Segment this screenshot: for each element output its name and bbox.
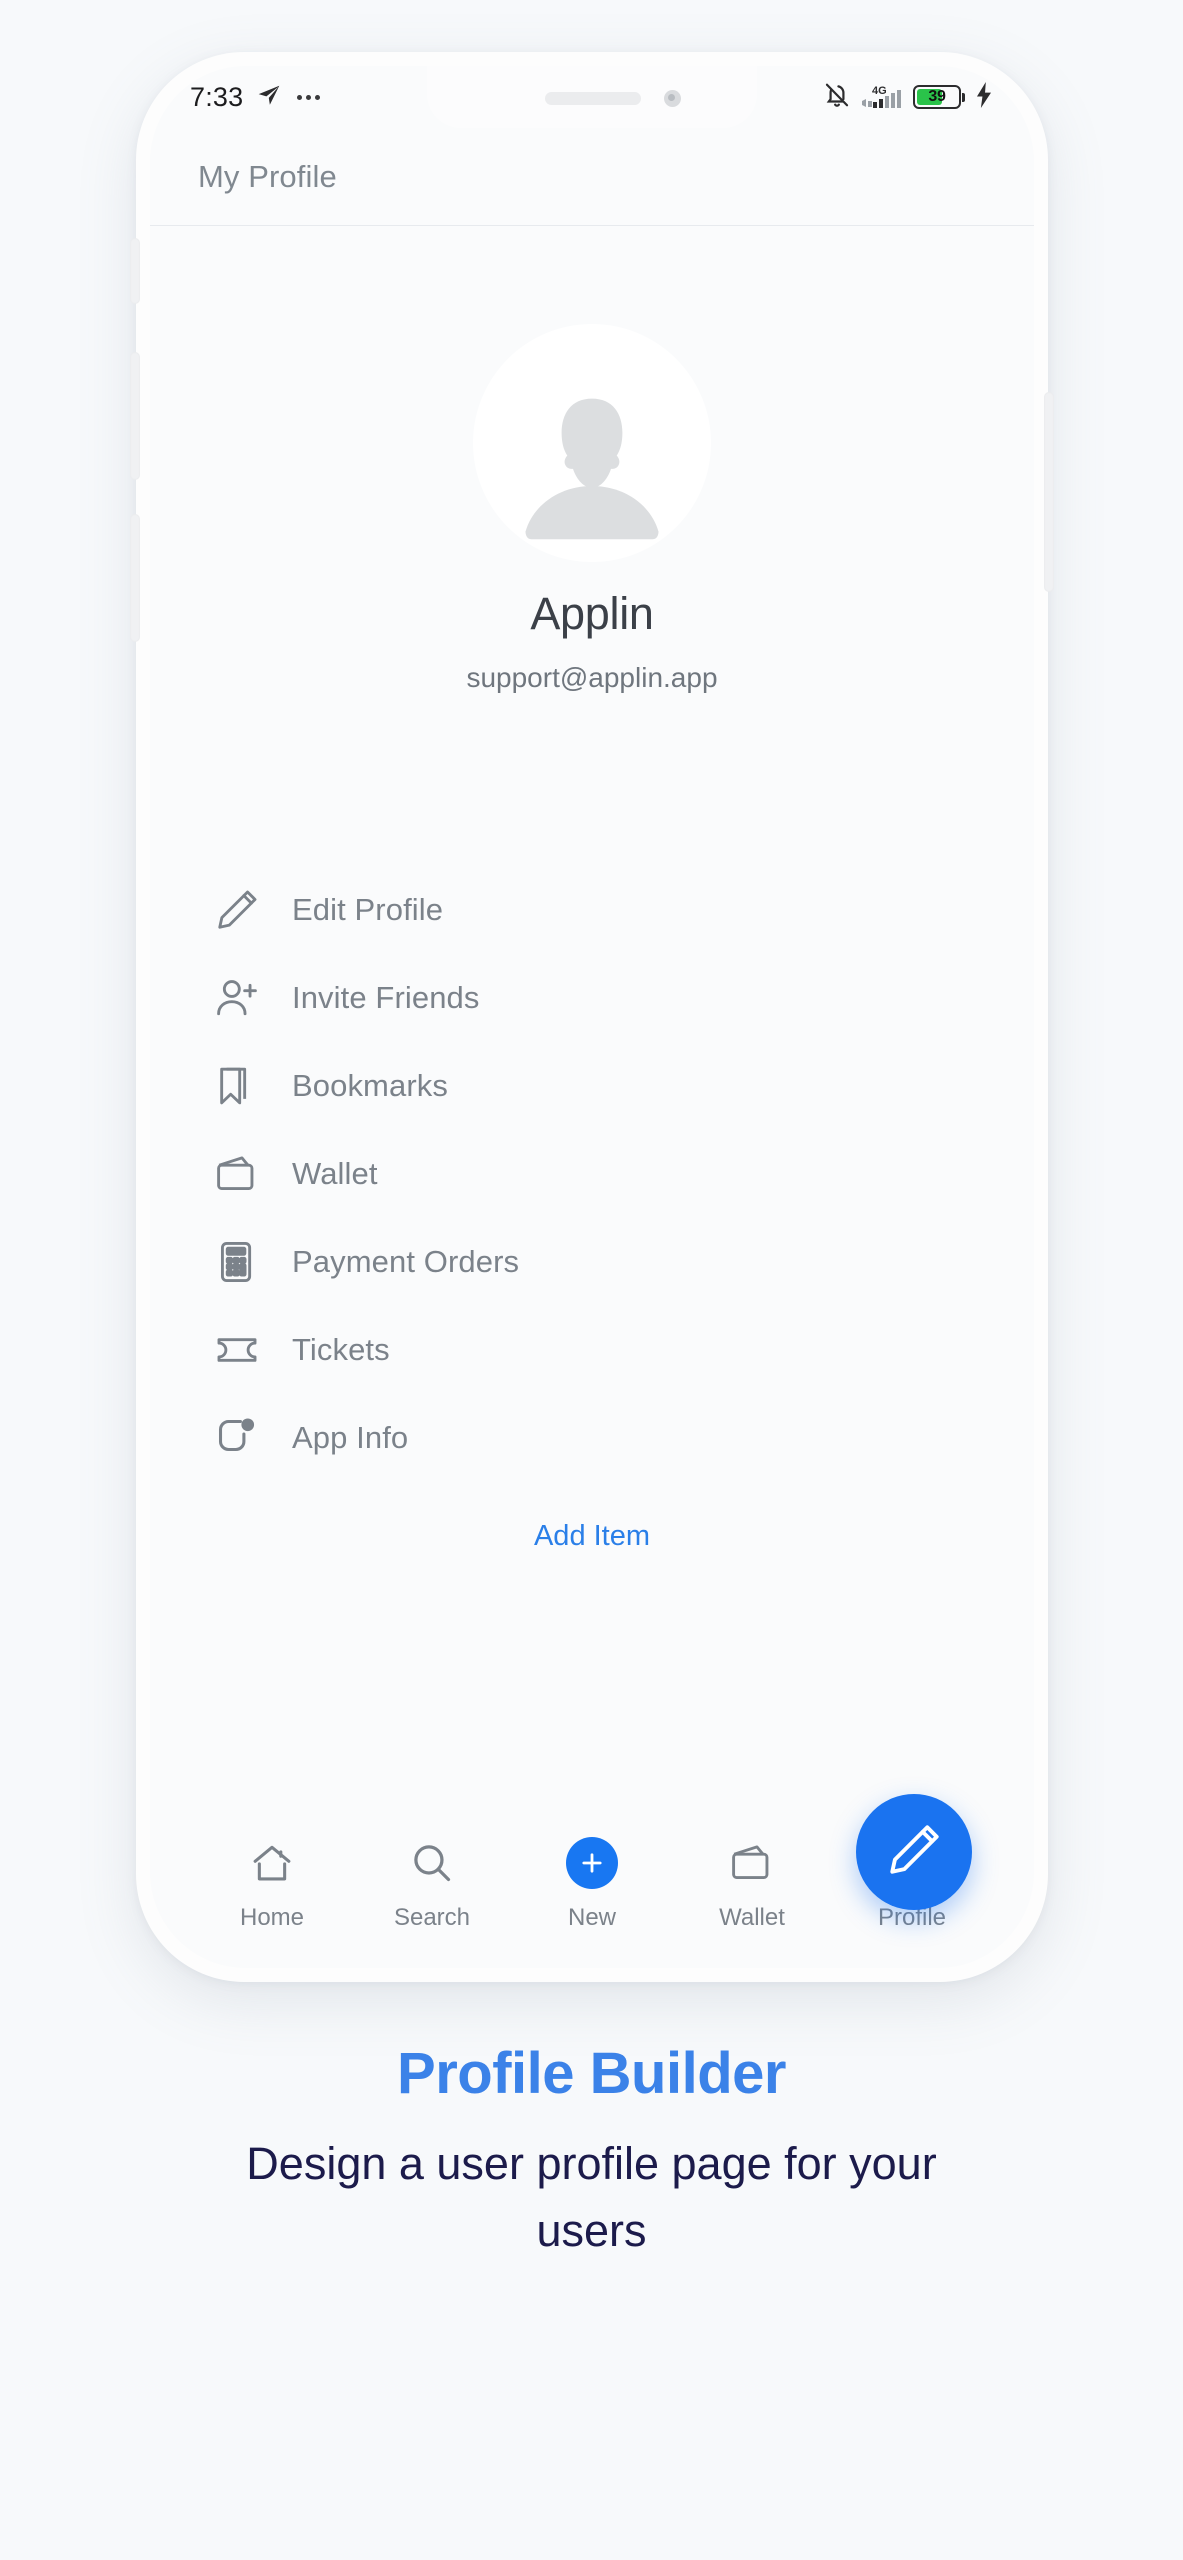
menu-item-bookmarks[interactable]: Bookmarks xyxy=(210,1042,974,1130)
search-icon xyxy=(409,1836,455,1890)
more-dots-icon xyxy=(297,94,321,100)
battery-percent-label: 39 xyxy=(928,88,946,105)
menu-item-app-info[interactable]: App Info xyxy=(210,1394,974,1482)
menu-item-label: Edit Profile xyxy=(292,892,444,927)
caption-title: Profile Builder xyxy=(397,2041,786,2106)
ticket-icon xyxy=(210,1323,264,1377)
phone-power-button[interactable] xyxy=(1044,392,1054,592)
battery-indicator: 39 xyxy=(913,85,965,109)
menu-item-label: Wallet xyxy=(292,1156,378,1191)
home-icon xyxy=(249,1836,295,1890)
nav-item-wallet[interactable]: Wallet xyxy=(672,1836,832,1932)
menu-item-edit-profile[interactable]: Edit Profile xyxy=(210,866,974,954)
app-header: My Profile xyxy=(150,128,1034,226)
app-info-icon xyxy=(210,1411,264,1465)
phone-screen: 7:33 4G 39 My Profile Applin support@app… xyxy=(150,66,1034,1968)
pencil-edit-icon xyxy=(885,1821,943,1884)
menu-item-label: App Info xyxy=(292,1420,409,1455)
profile-section: Applin support@applin.app xyxy=(150,226,1034,694)
svg-text:4G: 4G xyxy=(872,85,887,97)
avatar-placeholder-icon xyxy=(525,398,659,540)
phone-volume-down-button[interactable] xyxy=(130,514,140,642)
menu-item-invite-friends[interactable]: Invite Friends xyxy=(210,954,974,1042)
status-bar-left: 7:33 xyxy=(190,81,321,113)
wallet-icon xyxy=(729,1836,775,1890)
profile-menu-list: Edit Profile Invite Friends Bookmarks Wa… xyxy=(150,866,1034,1553)
status-bar: 7:33 4G 39 xyxy=(150,66,1034,128)
telegram-send-icon xyxy=(256,82,282,113)
menu-item-payment-orders[interactable]: Payment Orders xyxy=(210,1218,974,1306)
caption-subtitle: Design a user profile page for your user… xyxy=(246,2138,937,2256)
nav-item-new[interactable]: New xyxy=(512,1836,672,1932)
add-item-button[interactable]: Add Item xyxy=(210,1520,974,1553)
menu-item-tickets[interactable]: Tickets xyxy=(210,1306,974,1394)
edit-fab-button[interactable] xyxy=(856,1794,972,1910)
wallet-icon xyxy=(210,1147,264,1201)
menu-item-label: Payment Orders xyxy=(292,1244,520,1279)
signal-bars-icon: 4G xyxy=(860,83,904,111)
bell-muted-icon xyxy=(823,81,851,114)
menu-item-wallet[interactable]: Wallet xyxy=(210,1130,974,1218)
nav-item-home[interactable]: Home xyxy=(192,1836,352,1932)
bookmark-icon xyxy=(210,1059,264,1113)
menu-item-label: Bookmarks xyxy=(292,1068,448,1103)
calculator-icon xyxy=(210,1235,264,1289)
plus-circle-icon xyxy=(566,1836,618,1890)
menu-item-label: Invite Friends xyxy=(292,980,480,1015)
phone-mockup: 7:33 4G 39 My Profile Applin support@app… xyxy=(130,52,1054,1982)
nav-item-search[interactable]: Search xyxy=(352,1836,512,1932)
pencil-icon xyxy=(210,883,264,937)
avatar[interactable] xyxy=(473,324,711,562)
nav-item-label: Wallet xyxy=(719,1904,785,1931)
profile-email: support@applin.app xyxy=(466,662,718,693)
charging-bolt-icon xyxy=(974,81,994,113)
profile-name: Applin xyxy=(530,588,654,639)
nav-item-label: Search xyxy=(393,1904,471,1931)
status-bar-right: 4G 39 xyxy=(823,81,994,114)
screenshot-stage: 7:33 4G 39 My Profile Applin support@app… xyxy=(0,0,1183,2560)
page-title: My Profile xyxy=(198,158,337,194)
phone-mute-switch[interactable] xyxy=(130,238,140,304)
status-time: 7:33 xyxy=(190,81,244,112)
nav-item-label: New xyxy=(567,1904,616,1931)
phone-volume-up-button[interactable] xyxy=(130,352,140,480)
menu-item-label: Tickets xyxy=(292,1332,390,1367)
person-add-icon xyxy=(210,971,264,1025)
nav-item-label: Home xyxy=(239,1904,305,1931)
caption-block: Profile Builder Design a user profile pa… xyxy=(0,2040,1183,2264)
